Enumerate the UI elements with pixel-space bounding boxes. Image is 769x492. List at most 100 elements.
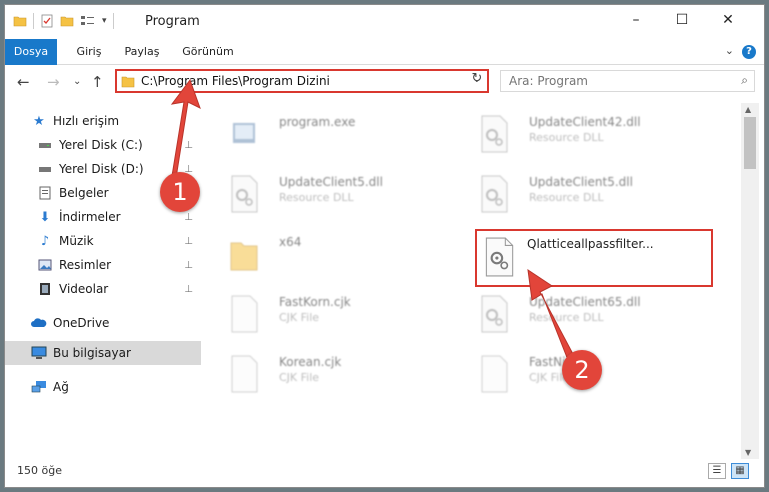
pictures-icon (37, 257, 53, 273)
disk-icon (37, 137, 53, 153)
scroll-up-icon[interactable]: ▲ (745, 105, 751, 114)
file-tile[interactable]: Korean.cjk CJK File (209, 349, 439, 399)
file-type: Resource DLL (529, 191, 604, 204)
star-icon: ★ (33, 113, 45, 129)
file-tile[interactable]: UpdateClient65.dll Resource DLL (459, 289, 689, 339)
search-icon: ⌕ (741, 73, 748, 87)
refresh-icon[interactable]: ↻ (467, 71, 487, 91)
folder-icon (121, 76, 135, 88)
file-name: x64 (279, 235, 302, 249)
window-title: Program (145, 14, 200, 29)
tab-file[interactable]: Dosya (5, 39, 57, 65)
file-tile[interactable]: UpdateClient5.dll Resource DLL (209, 169, 439, 219)
explorer-window: ▾ Program – ☐ ✕ Dosya Giriş Paylaş Görün… (4, 4, 765, 488)
forward-button[interactable]: → (47, 73, 60, 91)
dll-file-icon (481, 295, 508, 333)
callout-badge-one: 1 (160, 172, 200, 212)
file-tile[interactable]: FastKorn.cjk CJK File (209, 289, 439, 339)
navigation-bar: ← → ⌄ ↑ C:\Program Files\Program Dizini … (5, 65, 764, 99)
file-name: UpdateClient5.dll (279, 175, 383, 189)
file-type: Resource DLL (279, 191, 354, 204)
file-type: CJK File (279, 311, 320, 324)
view-options-icon[interactable] (80, 14, 96, 28)
scrollbar-thumb[interactable] (744, 117, 756, 169)
minimize-button[interactable]: – (613, 5, 659, 35)
ribbon-tabs: Dosya Giriş Paylaş Görünüm ⌄ ? (5, 39, 764, 65)
file-type: Resource DLL (529, 311, 604, 324)
expand-ribbon-icon[interactable]: ⌄ (725, 44, 734, 57)
toolbar-separator (112, 13, 114, 29)
pin-icon: ⊥ (184, 139, 193, 151)
navigation-pane: ★ Hızlı erişim Yerel Disk (C:) ⊥ Yerel D… (5, 103, 201, 455)
sidebar-item-quick-access[interactable]: ★ Hızlı erişim (5, 109, 201, 133)
dll-file-icon (481, 175, 508, 213)
highlighted-file-tile[interactable]: Qlatticeallpassfilter... (475, 229, 713, 287)
details-view-button[interactable]: ☰ (708, 463, 726, 479)
pin-icon: ⊥ (184, 235, 193, 247)
videos-icon (37, 281, 53, 297)
title-bar: ▾ Program – ☐ ✕ (5, 5, 764, 39)
sidebar-item-label: OneDrive (53, 316, 110, 330)
scroll-down-icon[interactable]: ▼ (745, 448, 751, 457)
address-path: C:\Program Files\Program Dizini (141, 74, 330, 88)
sidebar-item-label: Bu bilgisayar (53, 346, 131, 360)
file-type: CJK File (279, 371, 320, 384)
sidebar-item-label: Hızlı erişim (53, 114, 120, 128)
download-icon: ⬇ (39, 209, 51, 225)
recent-locations-button[interactable]: ⌄ (73, 76, 81, 87)
search-input[interactable] (501, 71, 721, 91)
file-name: UpdateClient65.dll (529, 295, 641, 309)
file-tile[interactable]: UpdateClient5.dll Resource DLL (459, 169, 689, 219)
sidebar-item-label: Belgeler (59, 186, 109, 200)
maximize-button[interactable]: ☐ (659, 5, 705, 35)
properties-icon[interactable] (40, 14, 54, 28)
cjk-file-icon (231, 295, 258, 333)
up-button[interactable]: ↑ (91, 73, 104, 91)
customize-toolbar-chevron-icon[interactable]: ▾ (102, 16, 107, 26)
disk-icon (37, 161, 53, 177)
documents-icon (37, 185, 53, 201)
sidebar-item-videos[interactable]: Videolar ⊥ (5, 277, 201, 301)
sidebar-item-label: Ağ (53, 380, 69, 394)
close-button[interactable]: ✕ (705, 5, 751, 35)
cjk-file-icon (231, 355, 258, 393)
tiles-view-button[interactable]: ▦ (731, 463, 749, 479)
file-name: Korean.cjk (279, 355, 342, 369)
sidebar-item-music[interactable]: ♪ Müzik ⊥ (5, 229, 201, 253)
item-count: 150 öğe (17, 464, 62, 477)
file-tile[interactable]: UpdateClient42.dll Resource DLL (459, 109, 689, 159)
address-bar[interactable]: C:\Program Files\Program Dizini ⌄ (115, 69, 489, 93)
sidebar-item-network[interactable]: Ağ (5, 375, 201, 399)
music-icon: ♪ (40, 233, 50, 249)
sidebar-item-label: Yerel Disk (D:) (59, 162, 144, 176)
file-tile[interactable]: program.exe (209, 109, 439, 159)
sidebar-item-onedrive[interactable]: OneDrive (5, 311, 201, 335)
status-bar: 150 öğe ☰ ▦ (5, 457, 764, 487)
tab-home[interactable]: Giriş (67, 39, 111, 65)
pin-icon: ⊥ (184, 283, 193, 295)
sidebar-item-disk-c[interactable]: Yerel Disk (C:) ⊥ (5, 133, 201, 157)
exe-file-icon (233, 123, 255, 143)
back-button[interactable]: ← (17, 73, 30, 91)
dll-file-icon (481, 115, 508, 153)
quick-access-toolbar: ▾ (13, 13, 114, 29)
file-name: UpdateClient42.dll (529, 115, 641, 129)
search-box[interactable]: ⌕ (500, 70, 755, 92)
file-type: Resource DLL (529, 131, 604, 144)
toolbar-separator (33, 13, 34, 29)
file-tile[interactable]: x64 (209, 229, 439, 279)
pin-icon: ⊥ (184, 259, 193, 271)
sidebar-item-label: İndirmeler (59, 210, 121, 224)
sidebar-item-this-pc[interactable]: Bu bilgisayar (5, 341, 201, 365)
vertical-scrollbar[interactable]: ▲ ▼ (741, 103, 759, 459)
tab-share[interactable]: Paylaş (117, 39, 167, 65)
file-name: program.exe (279, 115, 356, 129)
help-icon[interactable]: ? (742, 45, 756, 59)
sidebar-item-label: Resimler (59, 258, 112, 272)
pin-icon: ⊥ (184, 211, 193, 223)
new-folder-icon[interactable] (60, 14, 74, 28)
tab-view[interactable]: Görünüm (175, 39, 241, 65)
network-icon (31, 379, 47, 395)
file-name: Qlatticeallpassfilter... (527, 237, 654, 251)
sidebar-item-pictures[interactable]: Resimler ⊥ (5, 253, 201, 277)
